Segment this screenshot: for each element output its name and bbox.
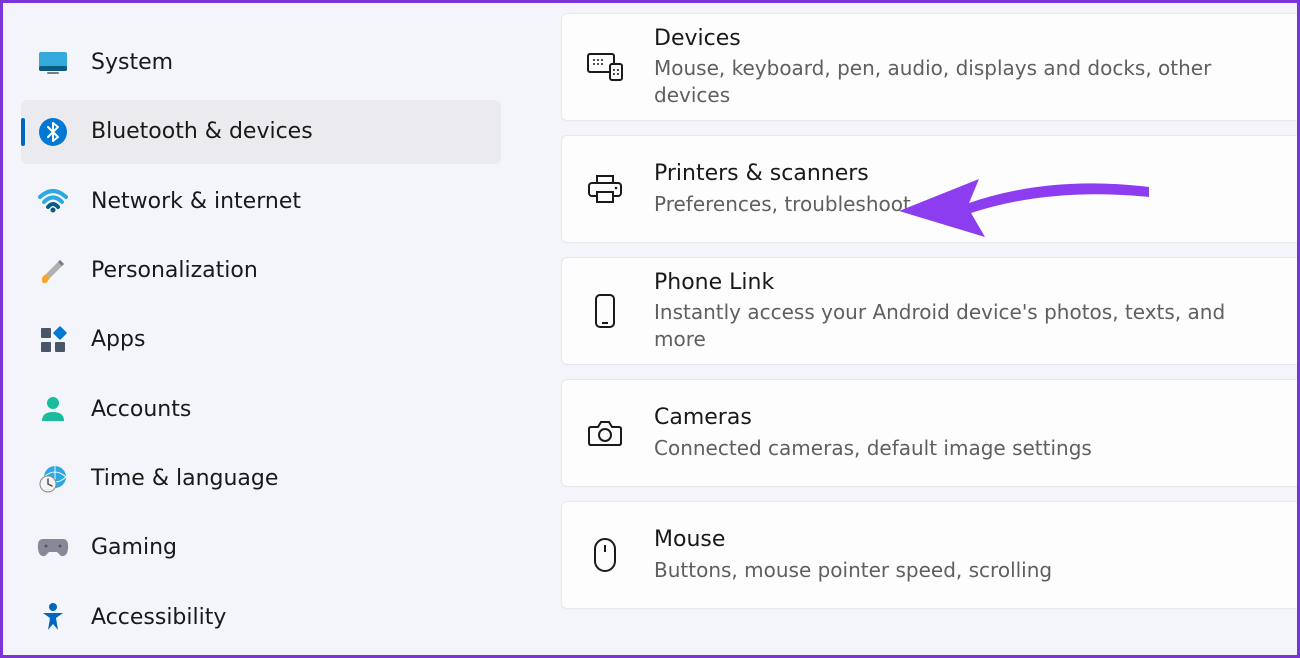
sidebar-item-label: Network & internet bbox=[91, 189, 301, 214]
card-title: Phone Link bbox=[654, 269, 1276, 298]
printer-icon bbox=[586, 170, 624, 208]
sidebar-item-network[interactable]: Network & internet bbox=[21, 170, 501, 233]
sidebar-item-time-language[interactable]: Time & language bbox=[21, 447, 501, 510]
sidebar-item-gaming[interactable]: Gaming bbox=[21, 516, 501, 579]
sidebar-item-personalization[interactable]: Personalization bbox=[21, 239, 501, 302]
card-title: Printers & scanners bbox=[654, 160, 911, 189]
sidebar-item-label: Accounts bbox=[91, 397, 191, 422]
card-devices[interactable]: Devices Mouse, keyboard, pen, audio, dis… bbox=[561, 13, 1297, 121]
card-text: Devices Mouse, keyboard, pen, audio, dis… bbox=[654, 25, 1276, 110]
sidebar-item-label: Apps bbox=[91, 327, 145, 352]
system-icon bbox=[37, 47, 69, 79]
card-text: Phone Link Instantly access your Android… bbox=[654, 269, 1276, 354]
accessibility-icon bbox=[37, 601, 69, 633]
card-title: Devices bbox=[654, 25, 1276, 54]
sidebar-item-system[interactable]: System bbox=[21, 31, 501, 94]
paintbrush-icon bbox=[37, 255, 69, 287]
card-text: Mouse Buttons, mouse pointer speed, scro… bbox=[654, 526, 1052, 584]
sidebar-item-label: System bbox=[91, 50, 173, 75]
card-subtitle: Mouse, keyboard, pen, audio, displays an… bbox=[654, 55, 1276, 109]
settings-sidebar: System Bluetooth & devices Network & bbox=[3, 3, 501, 655]
sidebar-item-label: Gaming bbox=[91, 535, 177, 560]
person-icon bbox=[37, 393, 69, 425]
card-mouse[interactable]: Mouse Buttons, mouse pointer speed, scro… bbox=[561, 501, 1297, 609]
phone-icon bbox=[586, 292, 624, 330]
card-subtitle: Instantly access your Android device's p… bbox=[654, 299, 1276, 353]
gamepad-icon bbox=[37, 532, 69, 564]
bluetooth-icon bbox=[37, 116, 69, 148]
card-title: Cameras bbox=[654, 404, 1092, 433]
card-subtitle: Preferences, troubleshoot bbox=[654, 191, 911, 218]
sidebar-item-label: Time & language bbox=[91, 466, 278, 491]
devices-icon bbox=[586, 48, 624, 86]
sidebar-item-bluetooth-devices[interactable]: Bluetooth & devices bbox=[21, 100, 501, 163]
card-subtitle: Connected cameras, default image setting… bbox=[654, 435, 1092, 462]
card-cameras[interactable]: Cameras Connected cameras, default image… bbox=[561, 379, 1297, 487]
camera-icon bbox=[586, 414, 624, 452]
settings-app: System Bluetooth & devices Network & bbox=[3, 3, 1297, 655]
sidebar-item-accessibility[interactable]: Accessibility bbox=[21, 586, 501, 649]
card-title: Mouse bbox=[654, 526, 1052, 555]
sidebar-item-label: Accessibility bbox=[91, 605, 226, 630]
mouse-icon bbox=[586, 536, 624, 574]
sidebar-item-label: Bluetooth & devices bbox=[91, 119, 313, 144]
globe-clock-icon bbox=[37, 463, 69, 495]
sidebar-item-accounts[interactable]: Accounts bbox=[21, 378, 501, 441]
settings-main-content: Devices Mouse, keyboard, pen, audio, dis… bbox=[501, 3, 1297, 655]
card-printers-scanners[interactable]: Printers & scanners Preferences, trouble… bbox=[561, 135, 1297, 243]
wifi-icon bbox=[37, 185, 69, 217]
card-text: Cameras Connected cameras, default image… bbox=[654, 404, 1092, 462]
sidebar-item-apps[interactable]: Apps bbox=[21, 308, 501, 371]
card-text: Printers & scanners Preferences, trouble… bbox=[654, 160, 911, 218]
card-phone-link[interactable]: Phone Link Instantly access your Android… bbox=[561, 257, 1297, 365]
apps-icon bbox=[37, 324, 69, 356]
sidebar-item-label: Personalization bbox=[91, 258, 258, 283]
card-subtitle: Buttons, mouse pointer speed, scrolling bbox=[654, 557, 1052, 584]
